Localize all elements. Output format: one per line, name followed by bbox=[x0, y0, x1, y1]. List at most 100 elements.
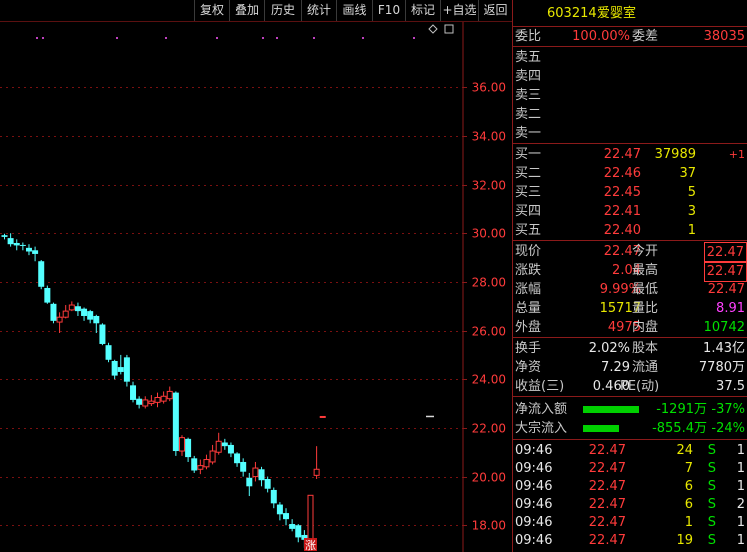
candle-body bbox=[258, 469, 265, 481]
bid-volume: 37989 bbox=[654, 147, 696, 162]
candle-body bbox=[130, 385, 137, 400]
f10-button[interactable]: F10 bbox=[372, 0, 405, 21]
candle-body bbox=[197, 465, 204, 470]
tick-side: S bbox=[707, 515, 716, 530]
candlestick bbox=[270, 487, 277, 509]
candlestick bbox=[264, 476, 271, 493]
candle-body bbox=[1, 235, 8, 237]
tick-side: S bbox=[707, 461, 716, 476]
nav-value: 7.29 bbox=[601, 360, 630, 375]
bid-row[interactable]: 买五 22.40 1 bbox=[513, 221, 747, 240]
tick-volume: 6 bbox=[684, 479, 693, 494]
back-button[interactable]: 返回 bbox=[478, 0, 512, 21]
candlestick bbox=[185, 437, 192, 462]
block-inflow-label: 大宗流入 bbox=[515, 421, 568, 436]
bid-label: 买一 bbox=[515, 147, 542, 162]
candle-body bbox=[185, 438, 192, 458]
candlestick bbox=[240, 458, 247, 477]
candle-body bbox=[7, 238, 14, 245]
candle-body bbox=[81, 308, 88, 316]
kline-chart[interactable]: 36.00 34.00 32.00 30.00 28.00 26.00 24.00 22.00… bbox=[0, 22, 512, 552]
bid-volume: 1 bbox=[687, 223, 696, 238]
candlestick bbox=[234, 452, 241, 467]
ask-row: 卖五 bbox=[513, 48, 747, 67]
candlestick bbox=[289, 519, 296, 532]
high-label: 最高 bbox=[632, 263, 659, 278]
price-axis: 36.00 34.00 32.00 30.00 28.00 26.00 24.00 22.00… bbox=[462, 22, 506, 552]
candlestick bbox=[130, 381, 137, 403]
y-tick-label: 28.00 bbox=[472, 276, 506, 290]
bid-row[interactable]: 买二 22.46 37 bbox=[513, 164, 747, 183]
flow-row: 净流入额 -1291万 -37% bbox=[513, 400, 747, 419]
eps-label: 收益(三) bbox=[515, 379, 565, 394]
candlestick bbox=[142, 396, 149, 409]
candle-body bbox=[87, 311, 94, 320]
history-button[interactable]: 历史 bbox=[264, 0, 301, 21]
draw-line-button[interactable]: 画线 bbox=[336, 0, 372, 21]
candlestick bbox=[246, 472, 253, 497]
candlestick bbox=[319, 415, 326, 418]
ask-label: 卖一 bbox=[515, 126, 542, 141]
overlay-button[interactable]: 叠加 bbox=[229, 0, 264, 21]
order-ratio-row: 委比 100.00% 委差 38035 bbox=[513, 27, 747, 46]
y-tick-label: 26.00 bbox=[472, 325, 506, 339]
turnover-value: 2.02% bbox=[588, 341, 630, 356]
statistics-button[interactable]: 统计 bbox=[301, 0, 336, 21]
y-tick-label: 30.00 bbox=[472, 227, 506, 241]
quote-panel: 603214 爱婴室 委比 100.00% 委差 38035 卖五 卖四 卖三 … bbox=[512, 0, 747, 552]
bid-row[interactable]: 买三 22.45 5 bbox=[513, 183, 747, 202]
candle-body bbox=[13, 242, 20, 246]
candle-body bbox=[117, 367, 124, 372]
signal-dot bbox=[36, 37, 38, 39]
candlestick bbox=[221, 438, 228, 450]
tick-time: 09:46 bbox=[515, 443, 553, 458]
candle-body bbox=[283, 513, 290, 520]
signal-dot bbox=[216, 37, 218, 39]
float-label: 流通 bbox=[632, 360, 659, 375]
y-tick-label: 36.00 bbox=[472, 81, 506, 95]
mark-button[interactable]: 标记 bbox=[405, 0, 440, 21]
candle-body bbox=[307, 494, 314, 540]
bid-price: 22.46 bbox=[603, 166, 641, 181]
net-inflow-pct: -37% bbox=[711, 402, 745, 417]
quote-row-outer: 外盘 4975 内盘 10742 bbox=[513, 318, 747, 337]
tick-count: 2 bbox=[736, 497, 745, 512]
tick-row: 09:46 22.47 24 S 1 bbox=[513, 441, 747, 460]
candlestick bbox=[50, 302, 57, 324]
candlestick bbox=[203, 454, 210, 470]
float-value: 7780万 bbox=[698, 360, 745, 375]
bid-price: 22.45 bbox=[603, 185, 641, 200]
restore-rights-button[interactable]: 复权 bbox=[194, 0, 229, 21]
candle-body bbox=[203, 459, 210, 468]
open-price: 22.47 bbox=[703, 242, 747, 263]
inner-value: 10742 bbox=[703, 320, 745, 335]
candlestick bbox=[227, 442, 234, 458]
bid-row[interactable]: 买四 22.41 3 bbox=[513, 202, 747, 221]
tick-row: 09:46 22.47 7 S 1 bbox=[513, 459, 747, 478]
bid-volume: 3 bbox=[687, 204, 696, 219]
candle-body bbox=[123, 357, 130, 382]
candle-body bbox=[234, 453, 241, 464]
signal-dot bbox=[276, 37, 278, 39]
bid-row[interactable]: 买一 22.47 37989 +1 bbox=[513, 145, 747, 164]
candle-body bbox=[62, 310, 69, 318]
bid-label: 买四 bbox=[515, 204, 542, 219]
quote-row-change: 涨跌 2.04 最高 22.47 bbox=[513, 261, 747, 282]
pe-value: 37.5 bbox=[716, 379, 745, 394]
pct-label: 涨幅 bbox=[515, 282, 542, 297]
tick-time: 09:46 bbox=[515, 497, 553, 512]
candlestick bbox=[105, 342, 112, 363]
tick-side: S bbox=[707, 497, 716, 512]
candle-body bbox=[56, 316, 63, 323]
signal-dot bbox=[262, 37, 264, 39]
tick-time: 09:46 bbox=[515, 533, 553, 548]
inner-label: 内盘 bbox=[632, 320, 659, 335]
add-watchlist-button[interactable]: +自选 bbox=[440, 0, 478, 21]
order-ratio-value: 100.00% bbox=[572, 29, 630, 44]
candlestick bbox=[44, 285, 51, 304]
candlestick bbox=[136, 396, 143, 409]
candle-body bbox=[160, 395, 167, 402]
signal-dot bbox=[362, 37, 364, 39]
candle-body bbox=[25, 247, 32, 252]
candlestick bbox=[313, 446, 320, 480]
